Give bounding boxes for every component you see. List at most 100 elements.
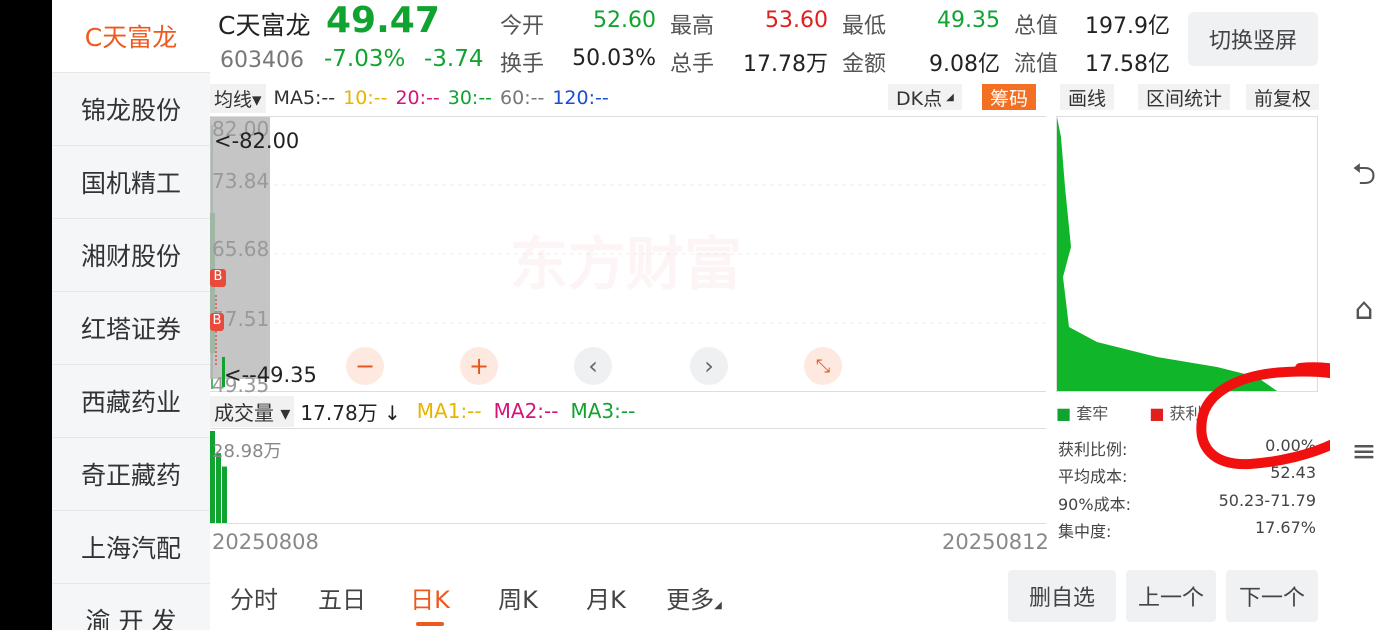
ma20-label: 20:-- xyxy=(395,87,440,109)
ma60-label: 60:-- xyxy=(500,87,545,109)
watchlist-item-qizheng[interactable]: 奇正藏药 xyxy=(52,438,210,511)
amount-value: 9.08亿 xyxy=(929,52,1000,77)
cost90-value: 50.23-71.79 xyxy=(1218,491,1316,510)
tab-five-day[interactable]: 五日 xyxy=(298,572,386,624)
concentration-value: 17.67% xyxy=(1254,518,1316,537)
volume-chart[interactable]: 28.98万 xyxy=(210,428,1046,524)
watchlist-item-xizangyaoye[interactable]: 西藏药业 xyxy=(52,365,210,438)
ma30-label: 30:-- xyxy=(447,87,493,109)
previous-stock-button[interactable]: 上一个 xyxy=(1126,570,1216,622)
profit-ratio-label: 获利比例: xyxy=(1058,440,1128,459)
open-value: 52.60 xyxy=(593,8,656,33)
scroll-left-button[interactable]: ‹ xyxy=(574,347,612,385)
volume-bar: 成交量 ▾ 17.78万 ↓ MA1:-- MA2:-- MA3:-- xyxy=(210,395,1050,427)
kline-chart[interactable]: 东方财富 82.00 73.84 65.68 57.51 49.35 <-82.… xyxy=(210,116,1046,397)
draw-line-button[interactable]: 画线 xyxy=(1060,84,1115,110)
watermark: 东方财富 xyxy=(510,230,743,298)
chips-button[interactable]: 筹码 xyxy=(982,84,1037,110)
home-icon[interactable]: ⌂ xyxy=(1344,292,1384,327)
volume-bar xyxy=(222,466,227,523)
mcap-label: 总值 xyxy=(1014,14,1059,39)
range-stats-button[interactable]: 区间统计 xyxy=(1138,84,1231,110)
chip-legend: ■ 套牢 ■ 获利 xyxy=(1056,400,1202,424)
watchlist-item-shanghaiqipei[interactable]: 上海汽配 xyxy=(52,511,210,584)
stock-price: 49.47 xyxy=(326,0,440,41)
shrink-button[interactable]: ⤡ xyxy=(804,347,842,385)
corner-triangle-icon: ◢ xyxy=(714,600,722,611)
watchlist-item-xiangcai[interactable]: 湘财股份 xyxy=(52,219,210,292)
period-tabs: 分时 五日 日K 周K 月K 更多◢ xyxy=(210,572,738,626)
vol-ma1: MA1:-- xyxy=(416,399,482,423)
tab-weekly-k[interactable]: 周K xyxy=(474,572,562,624)
tab-more[interactable]: 更多◢ xyxy=(650,572,738,624)
quote-header: C天富龙 49.47 603406 -7.03% -3.74 今开 52.60 … xyxy=(210,0,1330,80)
chip-distribution-panel xyxy=(1056,116,1318,392)
profit-square-icon: ■ xyxy=(1149,404,1165,423)
open-label: 今开 xyxy=(500,14,545,39)
volume-selector[interactable]: 成交量 ▾ xyxy=(210,395,295,427)
volume-value: 17.78万 xyxy=(743,52,828,77)
switch-portrait-button[interactable]: 切换竖屏 xyxy=(1188,12,1318,66)
ma120-label: 120:-- xyxy=(552,87,609,109)
low-value: 49.35 xyxy=(937,8,1000,33)
delete-watchlist-button[interactable]: 删自选 xyxy=(1008,570,1116,622)
ma5-label: MA5:-- xyxy=(273,87,336,109)
watchlist-item-jinlong[interactable]: 锦龙股份 xyxy=(52,73,210,146)
legend-profit: 获利 xyxy=(1169,404,1202,423)
buy-marker: B xyxy=(210,313,224,331)
cost90-label: 90%成本: xyxy=(1058,495,1131,514)
high-label: 最高 xyxy=(670,14,715,39)
amount-label: 金额 xyxy=(842,52,887,77)
volume-bars xyxy=(210,431,227,523)
tab-more-label: 更多 xyxy=(666,586,715,614)
stock-change-pct: -7.03% xyxy=(324,46,406,72)
minus-icon: − xyxy=(354,352,376,380)
watchlist-item-tianfulong[interactable]: C天富龙 xyxy=(52,0,210,73)
watchlist-item-yukaifa[interactable]: 渝 开 发 xyxy=(52,584,210,630)
stock-change: -3.74 xyxy=(424,46,484,72)
date-end: 20250812 xyxy=(942,530,1049,554)
menu-icon[interactable]: ≡ xyxy=(1344,434,1384,469)
buy-marker: B xyxy=(210,269,226,287)
float-value: 17.58亿 xyxy=(1085,52,1170,77)
volume-bar xyxy=(216,453,221,523)
volume-max-label: 28.98万 xyxy=(212,441,282,462)
y-label-2: 73.84 xyxy=(212,169,270,193)
watchlist-sidebar: C天富龙 锦龙股份 国机精工 湘财股份 红塔证券 西藏药业 奇正藏药 上海汽配 … xyxy=(52,0,210,630)
volume-label: 总手 xyxy=(670,52,715,77)
watchlist-item-guojijinggong[interactable]: 国机精工 xyxy=(52,146,210,219)
vol-ma3: MA3:-- xyxy=(570,399,636,423)
chevron-right-icon: › xyxy=(704,352,714,380)
dk-point-label: DK点 xyxy=(896,87,943,110)
turnover-value: 50.03% xyxy=(572,46,656,71)
tab-daily-k[interactable]: 日K xyxy=(386,572,474,626)
system-left-bar xyxy=(0,0,52,630)
high-annotation: <-82.00 xyxy=(214,129,300,153)
scroll-right-button[interactable]: › xyxy=(690,347,728,385)
zoom-out-button[interactable]: − xyxy=(346,347,384,385)
dk-point-button[interactable]: DK点 ◢ xyxy=(888,84,962,110)
low-annotation: <--49.35 xyxy=(224,363,317,387)
adjust-button[interactable]: 前复权 xyxy=(1246,84,1320,110)
legend-trapped: 套牢 xyxy=(1076,404,1109,423)
trapped-square-icon: ■ xyxy=(1056,404,1072,423)
back-icon[interactable]: ⮌ xyxy=(1344,152,1384,203)
ma10-label: 10:-- xyxy=(343,87,388,109)
next-stock-button[interactable]: 下一个 xyxy=(1226,570,1318,622)
concentration-label: 集中度: xyxy=(1058,522,1112,541)
watchlist-item-hongta[interactable]: 红塔证券 xyxy=(52,292,210,365)
tab-monthly-k[interactable]: 月K xyxy=(562,572,650,624)
zoom-in-button[interactable]: + xyxy=(460,347,498,385)
volume-current: 17.78万 ↓ xyxy=(300,400,401,425)
indicator-selector[interactable]: 均线▾ xyxy=(210,83,266,113)
avg-cost-label: 平均成本: xyxy=(1058,467,1128,486)
low-label: 最低 xyxy=(842,14,887,39)
tab-intraday[interactable]: 分时 xyxy=(210,572,298,624)
chip-distribution-graph xyxy=(1057,117,1277,391)
high-value: 53.60 xyxy=(765,8,828,33)
float-label: 流值 xyxy=(1014,52,1059,77)
turnover-label: 换手 xyxy=(500,52,545,77)
shrink-arrows-icon: ⤡ xyxy=(815,355,831,377)
vol-ma2: MA2:-- xyxy=(493,399,559,423)
profit-ratio-value: 0.00% xyxy=(1265,436,1316,455)
